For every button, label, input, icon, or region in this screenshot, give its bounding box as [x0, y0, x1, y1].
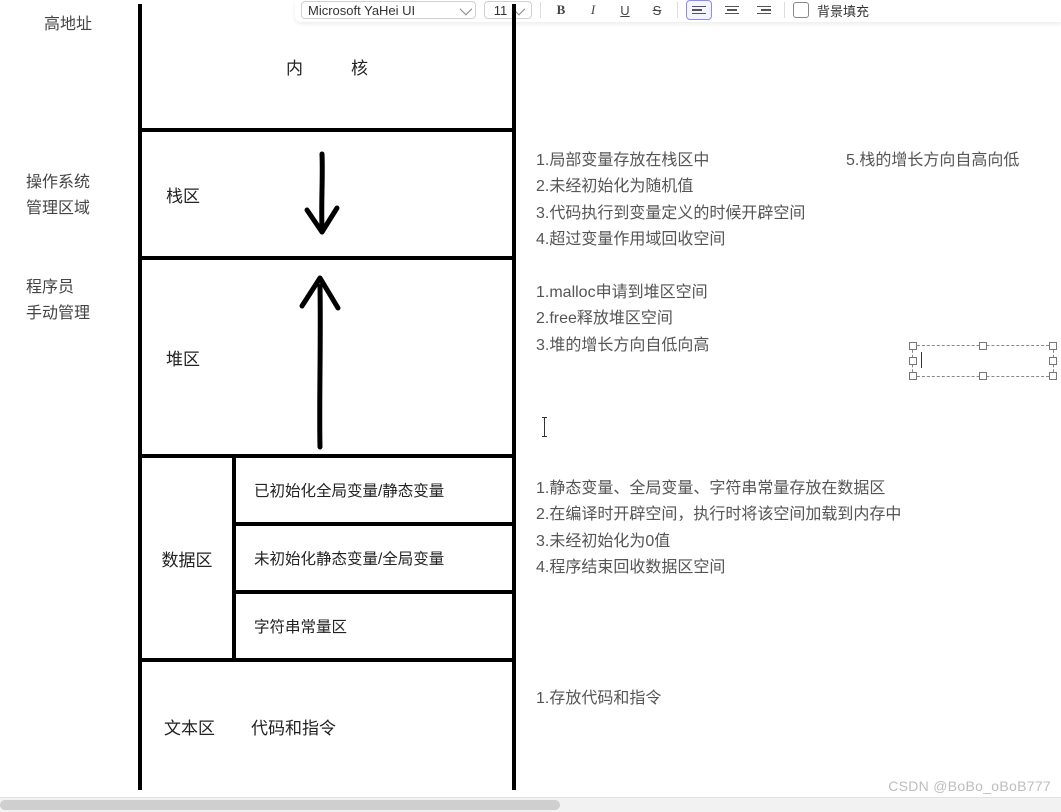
note-line: 1.静态变量、全局变量、字符串常量存放在数据区 [536, 476, 901, 502]
region-data-string-const: 字符串常量区 [236, 594, 512, 658]
region-data-label: 数据区 [142, 458, 236, 658]
note-line: 2.未经初始化为随机值 [536, 174, 805, 200]
notes-heap: 1.malloc申请到堆区空间 2.free释放堆区空间 3.堆的增长方向自低向… [536, 280, 709, 359]
resize-handle[interactable] [1049, 372, 1057, 380]
resize-handle[interactable] [979, 372, 987, 380]
resize-handle[interactable] [1049, 357, 1057, 365]
region-stack-label: 栈区 [166, 182, 200, 207]
resize-handle[interactable] [909, 342, 917, 350]
note-line: 2.free释放堆区空间 [536, 306, 709, 332]
horizontal-scrollbar[interactable] [0, 797, 1061, 812]
notes-text: 1.存放代码和指令 [536, 686, 661, 712]
resize-handle[interactable] [979, 342, 987, 350]
note-stack-direction: 5.栈的增长方向自高向低 [846, 146, 1019, 170]
region-text: 文本区 代码和指令 [142, 662, 512, 790]
resize-handle[interactable] [909, 357, 917, 365]
resize-handle[interactable] [909, 372, 917, 380]
label-prog-line2: 手动管理 [26, 305, 90, 322]
diagram-canvas[interactable]: 高地址 操作系统 管理区域 程序员 手动管理 内核 栈区 堆区 数据区 已初始化… [0, 0, 1061, 812]
resize-handle[interactable] [1049, 342, 1057, 350]
label-programmer-managed: 程序员 手动管理 [26, 275, 126, 326]
region-text-label: 文本区 [164, 714, 215, 739]
note-line: 3.代码执行到变量定义的时候开辟空间 [536, 201, 805, 227]
region-data: 数据区 已初始化全局变量/静态变量 未初始化静态变量/全局变量 字符串常量区 [142, 458, 512, 662]
label-os-line2: 管理区域 [26, 200, 90, 217]
heap-grows-up-arrow [290, 272, 350, 457]
label-high-address: 高地址 [44, 12, 92, 38]
label-prog-line1: 程序员 [26, 279, 74, 296]
region-kernel-label: 内核 [238, 54, 416, 79]
stack-grows-down-arrow [292, 148, 352, 243]
region-data-sublist: 已初始化全局变量/静态变量 未初始化静态变量/全局变量 字符串常量区 [236, 458, 512, 658]
note-line: 2.在编译时开辟空间，执行时将该空间加载到内存中 [536, 502, 901, 528]
watermark: CSDN @BoBo_oBoB777 [888, 778, 1051, 794]
note-line: 3.未经初始化为0值 [536, 529, 901, 555]
scrollbar-thumb[interactable] [0, 800, 560, 810]
note-line: 4.程序结束回收数据区空间 [536, 555, 901, 581]
notes-data: 1.静态变量、全局变量、字符串常量存放在数据区 2.在编译时开辟空间，执行时将该… [536, 476, 901, 582]
note-line: 4.超过变量作用域回收空间 [536, 227, 805, 253]
note-line: 1.malloc申请到堆区空间 [536, 280, 709, 306]
region-kernel: 内核 [142, 4, 512, 132]
note-line: 1.局部变量存放在栈区中 [536, 148, 805, 174]
selected-text-box[interactable] [912, 345, 1054, 377]
region-heap-label: 堆区 [166, 345, 200, 370]
note-line: 3.堆的增长方向自低向高 [536, 333, 709, 359]
note-line: 1.存放代码和指令 [536, 686, 661, 712]
text-cursor-icon [921, 352, 922, 368]
region-data-uninitialized: 未初始化静态变量/全局变量 [236, 526, 512, 594]
label-os-line1: 操作系统 [26, 174, 90, 191]
label-os-managed: 操作系统 管理区域 [26, 170, 126, 221]
notes-stack: 1.局部变量存放在栈区中 2.未经初始化为随机值 3.代码执行到变量定义的时候开… [536, 148, 805, 254]
region-text-content: 代码和指令 [251, 714, 336, 739]
region-data-initialized: 已初始化全局变量/静态变量 [236, 458, 512, 526]
text-cursor-icon [544, 417, 545, 437]
